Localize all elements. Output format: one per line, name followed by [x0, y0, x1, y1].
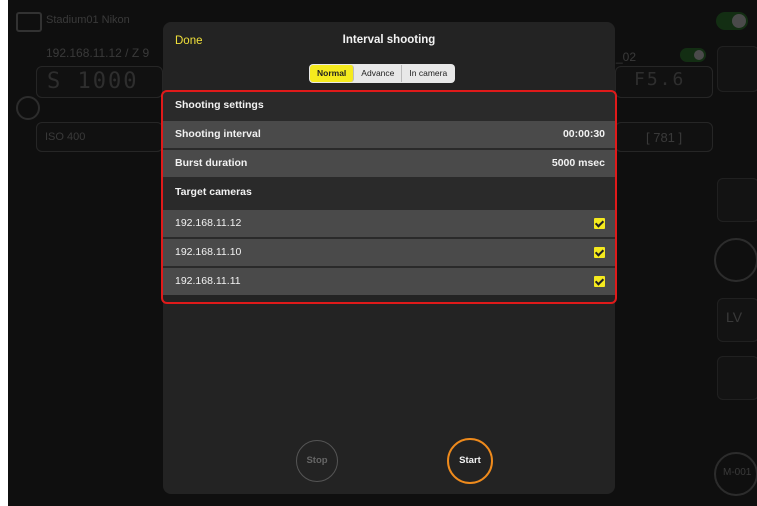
- aperture-panel: F5.6: [615, 66, 713, 98]
- aperture-display: F5.6: [634, 69, 686, 90]
- camera-enable-toggle[interactable]: [680, 48, 706, 62]
- burst-duration-row[interactable]: Burst duration 5000 msec: [163, 148, 615, 177]
- app-screen: Stadium01 Nikon 192.168.11.12 / Z 9 S 10…: [8, 0, 757, 506]
- shots-remaining-panel: [ 781 ]: [615, 122, 713, 152]
- shutter-panel: S 1000: [36, 66, 163, 98]
- camera-ip-model: 192.168.11.12 / Z 9: [46, 46, 150, 60]
- settings-side-button[interactable]: [717, 46, 757, 92]
- exposure-info: ISO 400: [45, 131, 86, 143]
- camera-group-icon: [16, 12, 42, 32]
- camera-round-icon: [16, 96, 40, 120]
- shooting-interval-row[interactable]: Shooting interval 00:00:30: [163, 119, 615, 148]
- list-side-button[interactable]: [717, 178, 757, 222]
- camera-name: Stadium01 Nikon: [46, 14, 130, 26]
- lv-label: LV: [726, 309, 743, 325]
- live-view-button[interactable]: LV: [717, 298, 757, 342]
- mode-segmented-control: Normal Advance In camera: [309, 64, 456, 83]
- dialog-title: Interval shooting: [342, 34, 436, 46]
- camera-checkbox[interactable]: [594, 276, 605, 287]
- camera-ip-label: 192.168.11.11: [175, 275, 241, 287]
- settings-group: Shooting settings Shooting interval 00:0…: [163, 92, 615, 295]
- exposure-panel: ISO 400: [36, 122, 163, 152]
- interval-shooting-dialog: Done Interval shooting Normal Advance In…: [161, 22, 617, 494]
- master-toggle[interactable]: [716, 12, 748, 30]
- camera-ip-label: 192.168.11.12: [175, 217, 242, 229]
- start-button[interactable]: Start: [447, 438, 493, 484]
- target-cameras-header: Target cameras: [163, 177, 615, 208]
- shooting-interval-label: Shooting interval: [175, 128, 261, 140]
- camera-checkbox[interactable]: [594, 247, 605, 258]
- shutter-release-button[interactable]: [714, 238, 757, 282]
- burst-duration-label: Burst duration: [175, 157, 248, 169]
- shooting-settings-header: Shooting settings: [163, 92, 615, 119]
- mode-label: M-001: [723, 467, 752, 478]
- tab-advance[interactable]: Advance: [354, 65, 403, 82]
- burst-duration-value: 5000 msec: [551, 157, 605, 169]
- target-camera-row[interactable]: 192.168.11.11: [163, 266, 615, 295]
- camera-checkbox[interactable]: [594, 218, 605, 229]
- camera-id-right: _02: [616, 50, 637, 64]
- target-camera-row[interactable]: 192.168.11.12: [163, 208, 615, 237]
- tab-in-camera[interactable]: In camera: [402, 65, 454, 82]
- target-camera-row[interactable]: 192.168.11.10: [163, 237, 615, 266]
- shots-remaining: [ 781 ]: [646, 130, 683, 145]
- shutter-display: S 1000: [47, 69, 139, 94]
- mode-button[interactable]: M-001: [714, 452, 757, 496]
- tab-normal[interactable]: Normal: [310, 65, 355, 82]
- camera-ip-label: 192.168.11.10: [175, 246, 242, 258]
- shooting-interval-value: 00:00:30: [562, 128, 605, 140]
- options-side-button[interactable]: [717, 356, 757, 400]
- stop-button[interactable]: Stop: [296, 440, 338, 482]
